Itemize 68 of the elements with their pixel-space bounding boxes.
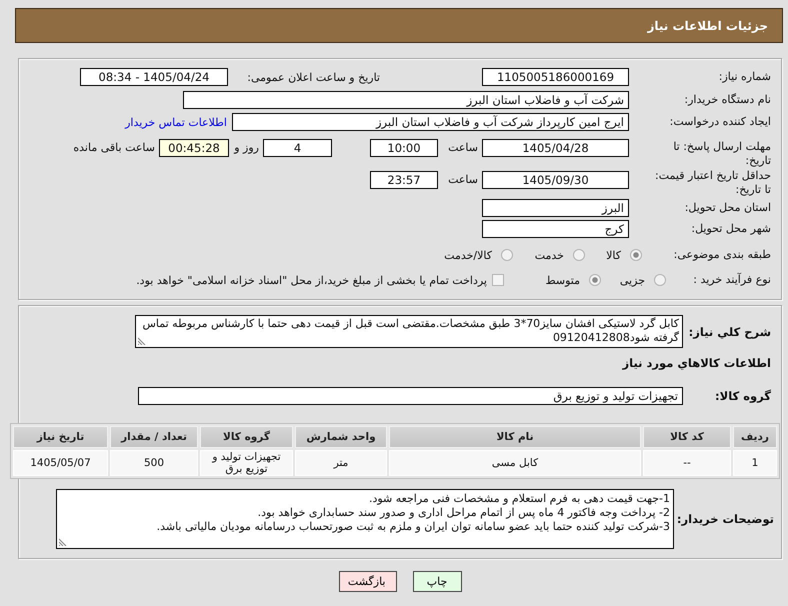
days-field[interactable]: 4 [263, 139, 332, 157]
option-label: متوسط [545, 274, 580, 286]
validity-date-field[interactable]: 1405/09/30 [482, 171, 629, 189]
table-cell: 1405/05/07 [13, 450, 108, 476]
field-label: ایجاد کننده درخواست: [668, 115, 771, 129]
table-cell: تجهیزات تولید و توزیع برق [200, 450, 293, 476]
goods-group-field[interactable]: تجهیزات تولید و توزیع برق [138, 387, 683, 405]
page-title: جزئیات اطلاعات نیاز [647, 18, 768, 32]
announce-datetime-field[interactable]: 1405/04/24 - 08:34 [80, 68, 228, 86]
time-label: ساعت [447, 172, 478, 188]
option-label: جزیی [620, 274, 645, 286]
field-label: حداقل تاریخ اعتبار قیمت: تا تاریخ: [654, 169, 771, 197]
checkbox-label: پرداخت تمام یا بخشی از مبلغ خرید،از محل "اسناد خزانه اسلامی" خواهد بود. [136, 274, 487, 286]
section-heading: اطلاعات کالاهاي مورد نياز [621, 356, 771, 370]
radio-button[interactable] [630, 249, 642, 261]
table-cell: کابل مسی [389, 450, 641, 476]
radio-button[interactable] [654, 274, 666, 286]
buyer-org-field[interactable]: شرکت آب و فاضلاب استان البرز [183, 91, 629, 109]
notes-field[interactable] [56, 489, 674, 549]
option-label: کالا [606, 248, 621, 262]
field-label: شماره نیاز: [718, 70, 771, 84]
column-header: ردیف [733, 426, 777, 448]
column-header: کد کالا [643, 426, 731, 448]
field-label: مهلت ارسال پاسخ: تا تاریخ: [672, 140, 771, 168]
table-cell: 1 [733, 450, 777, 476]
back-button[interactable]: بازگشت [338, 571, 396, 592]
reply-date-field[interactable]: 1405/04/28 [482, 139, 629, 157]
radio-button[interactable] [573, 249, 585, 261]
table-cell: متر [295, 450, 387, 476]
description-field[interactable]: کابل گرد لاستیکی افشان سایز70*3 طبق مشخصات.مقتضی است قبل از قیمت دهی حتما با کارشناس مربوطه تماس گرفته شود09120412808 [135, 315, 683, 348]
time-label: ساعت [447, 140, 478, 156]
column-header: تاریخ نیاز [13, 426, 108, 448]
buyer-contact-link[interactable]: اطلاعات تماس خریدار [125, 116, 227, 128]
radio-button[interactable] [501, 249, 513, 261]
table-cell: -- [643, 450, 731, 476]
reply-time-field[interactable]: 10:00 [370, 139, 438, 157]
field-label: نام دستگاه خریدار: [683, 93, 771, 107]
note-line: 2- پرداخت وجه فاکتور 4 ماه پس از اتمام مراحل اداری و صدور سند حسابداری خواهد بود. [256, 506, 670, 520]
option-label: کالا/خدمت [444, 248, 492, 262]
field-label: شهر محل تحویل: [690, 222, 771, 236]
column-header: تعداد / مقدار [110, 426, 198, 448]
radio-button[interactable] [589, 274, 601, 286]
column-header: نام کالا [389, 426, 641, 448]
field-label: استان محل تحویل: [684, 201, 771, 215]
resize-grip-icon[interactable] [138, 337, 146, 345]
field-label: شرح کلي نياز: [688, 324, 771, 338]
remaining-label: ساعت باقی مانده [73, 140, 155, 156]
column-header: واحد شمارش [295, 426, 387, 448]
checkbox[interactable] [492, 274, 504, 286]
option-label: خدمت [534, 248, 564, 262]
need-number-field[interactable]: 1105005186000169 [482, 68, 629, 86]
field-label: تاریخ و ساعت اعلان عمومی: [246, 70, 380, 84]
print-button[interactable]: چاپ [412, 571, 462, 592]
validity-time-field[interactable]: 23:57 [370, 171, 438, 189]
days-label: روز و [232, 140, 259, 156]
column-header: گروه کالا [200, 426, 293, 448]
requester-field[interactable]: ایرج امین کارپرداز شرکت آب و فاضلاب استان البرز [232, 113, 629, 131]
field-label: طبقه بندی موضوعی: [672, 248, 771, 262]
note-line: 1-جهت قیمت دهی به فرم استعلام و مشخصات فنی مراجعه شود. [368, 492, 670, 506]
city-field[interactable]: کرج [482, 220, 629, 238]
field-label: نوع فرآیند خرید : [692, 273, 771, 287]
remaining-time-field[interactable]: 00:45:28 [159, 139, 229, 157]
note-line: 3-شرکت تولید کننده حتما باید عضو سامانه توان ایران و ملزم به ثبت صورتحساب درسامانه مودیان مالیاتی باشد. [156, 520, 670, 534]
field-label: گروه کالا: [714, 389, 771, 403]
field-label: توضیحات خریدار: [676, 512, 774, 526]
province-field[interactable]: البرز [482, 199, 629, 217]
resize-grip-icon[interactable] [59, 538, 67, 546]
table-cell: 500 [110, 450, 198, 476]
